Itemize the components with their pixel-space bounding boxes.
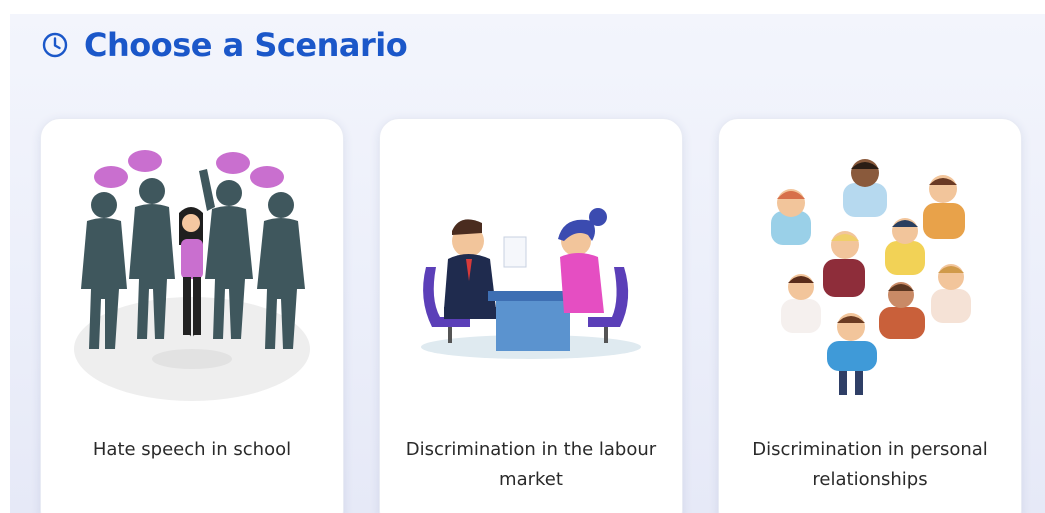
scenario-card-personal-relationships[interactable]: Discrimination in personal relationships [718, 118, 1022, 513]
page-title: Choose a Scenario [84, 26, 408, 64]
job-interview-illustration [408, 149, 654, 407]
scenario-label: Discrimination in the labour market [405, 439, 657, 490]
bullying-crowd-illustration [69, 149, 315, 407]
scenario-label: Hate speech in school [92, 439, 292, 460]
scenario-card-hate-speech[interactable]: Hate speech in school [40, 118, 344, 513]
scenario-panel: Choose a Scenario Hate speech in school … [10, 14, 1045, 513]
page-header: Choose a Scenario [40, 26, 408, 64]
scenario-card-labour-market[interactable]: Discrimination in the labour market [379, 118, 683, 513]
diverse-people-group-illustration [747, 149, 993, 407]
clock-icon [40, 30, 70, 60]
scenario-label: Discrimination in personal relationships [752, 439, 988, 490]
